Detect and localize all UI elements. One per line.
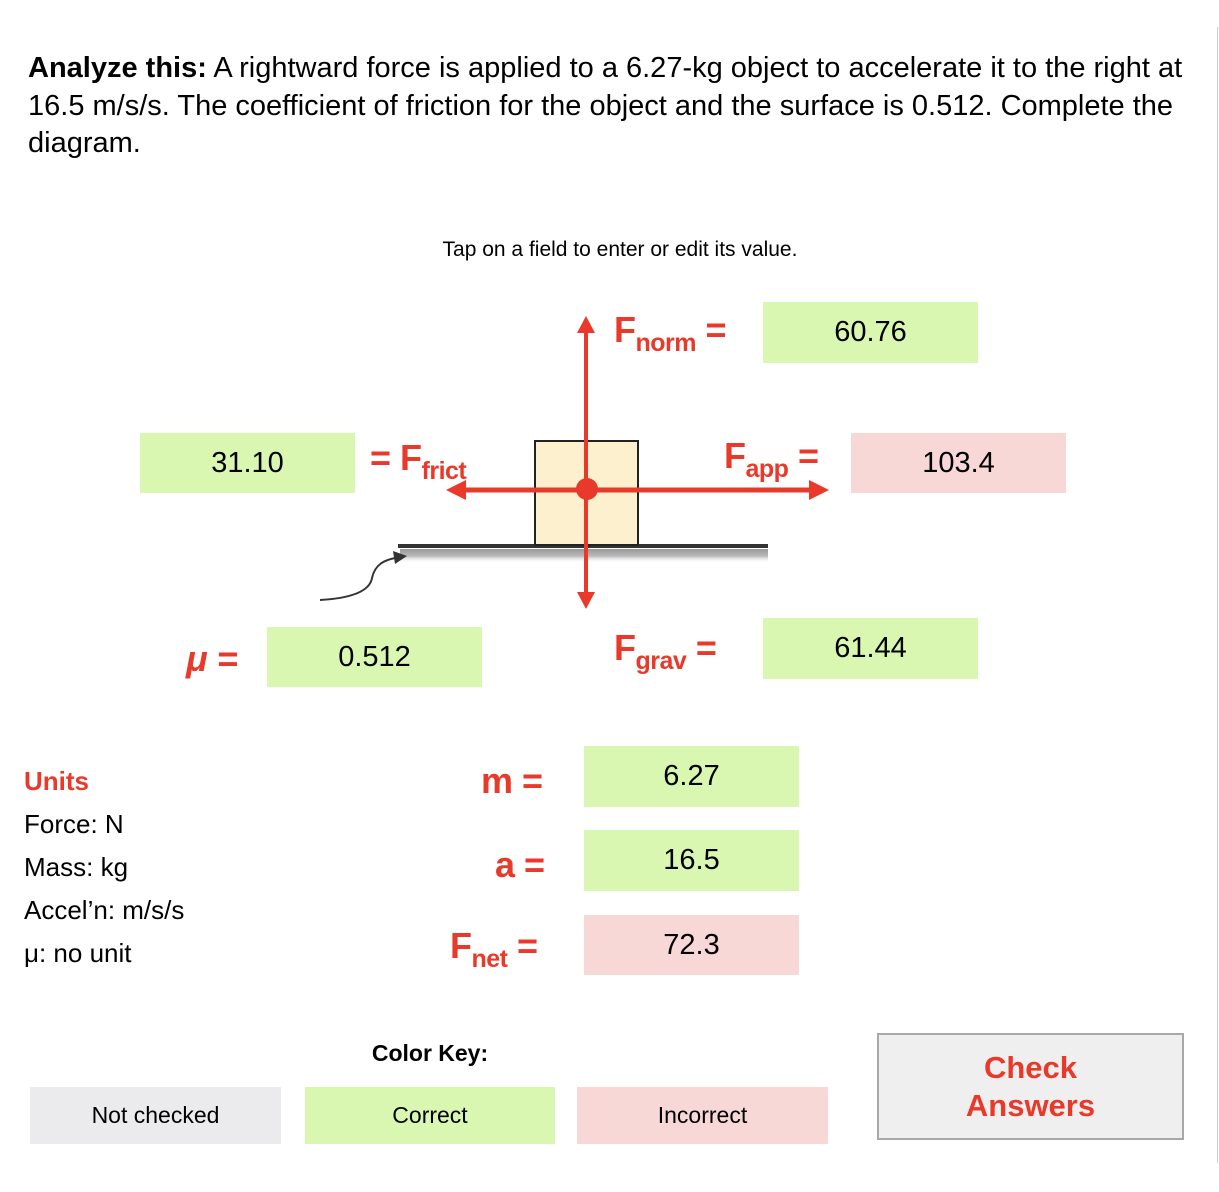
applied-force-arrowhead (809, 480, 829, 500)
fnorm-field[interactable]: 60.76 (763, 302, 978, 363)
surface (398, 544, 768, 563)
units-legend: Units Force: N Mass: kg Accel’n: m/s/s μ… (24, 762, 184, 977)
mass-label: m = (481, 760, 543, 801)
unit-force: Force: N (24, 809, 124, 839)
units-title: Units (24, 766, 89, 796)
fapp-field[interactable]: 103.4 (851, 433, 1066, 493)
key-not-checked: Not checked (30, 1087, 281, 1144)
free-body-diagram (319, 316, 829, 609)
accel-label: a = (495, 844, 545, 885)
normal-force-arrowhead (577, 316, 595, 333)
key-correct: Correct (305, 1087, 555, 1144)
mass-field[interactable]: 6.27 (584, 746, 799, 807)
ffrict-label: = Ffrict (370, 437, 467, 485)
unit-mass: Mass: kg (24, 852, 129, 882)
check-answers-line2: Answers (965, 1087, 1096, 1123)
fapp-label: Fapp = (724, 435, 819, 483)
key-incorrect: Incorrect (577, 1087, 828, 1144)
center-dot (576, 478, 598, 500)
mu-field[interactable]: 0.512 (267, 627, 482, 687)
check-answers-button[interactable]: Check Answers (877, 1033, 1184, 1140)
accel-field[interactable]: 16.5 (584, 830, 799, 891)
unit-accel: Accel’n: m/s/s (24, 895, 185, 925)
unit-mu: μ: no unit (24, 938, 132, 968)
gravity-force-arrowhead (577, 592, 595, 609)
fgrav-label: Fgrav = (614, 627, 717, 675)
check-answers-line1: Check (983, 1049, 1078, 1085)
color-key-title: Color Key: (371, 1040, 489, 1066)
ffrict-field[interactable]: 31.10 (140, 433, 355, 493)
fnorm-label: Fnorm = (614, 309, 727, 357)
fgrav-field[interactable]: 61.44 (763, 618, 978, 679)
fnet-label: Fnet = (450, 925, 538, 973)
friction-pointer (319, 551, 407, 601)
fnet-field[interactable]: 72.3 (584, 915, 799, 975)
mu-label: μ = (186, 638, 238, 679)
